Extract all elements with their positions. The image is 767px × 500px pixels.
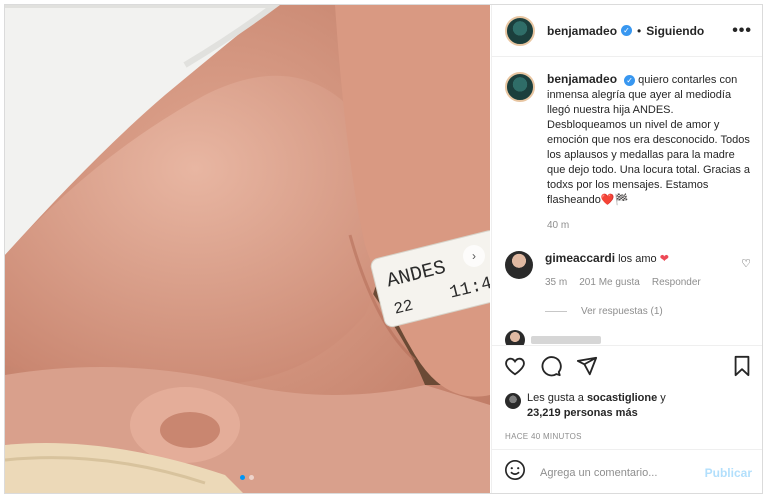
comment-heart-icon[interactable]: ♡	[741, 257, 751, 270]
commenter-avatar[interactable]	[505, 251, 533, 279]
likes-summary: Les gusta a socastiglione y 23,219 perso…	[492, 385, 762, 421]
more-options-icon[interactable]: •••	[732, 22, 752, 40]
view-replies-label: Ver respuestas (1)	[581, 306, 663, 317]
replies-line	[545, 311, 567, 312]
post-timestamp[interactable]: HACE 40 MINUTOS	[492, 421, 762, 441]
caption-emoji: ❤️🏁	[600, 194, 629, 206]
commenter-username[interactable]: gimeaccardi	[545, 251, 615, 265]
comment-likes[interactable]: 201 Me gusta	[579, 277, 640, 288]
comment-placeholder	[531, 336, 601, 344]
post-side-panel: benjamadeo ✓ • Siguiendo ••• benjamadeo …	[491, 5, 762, 493]
author-avatar[interactable]	[505, 15, 535, 46]
caption-avatar[interactable]	[505, 72, 535, 102]
author-username[interactable]: benjamadeo	[547, 24, 617, 38]
caption-text: quiero contarles con inmensa alegría que…	[547, 74, 751, 206]
post-header: benjamadeo ✓ • Siguiendo •••	[492, 5, 762, 57]
caption-username[interactable]: benjamadeo	[547, 72, 617, 86]
comment-input[interactable]: Agrega un comentario...	[540, 467, 705, 479]
comment-text: los amo	[618, 253, 657, 265]
verified-icon: ✓	[621, 25, 633, 36]
likes-prefix: Les gusta a	[527, 392, 584, 404]
view-replies-button[interactable]: Ver respuestas (1)	[545, 306, 751, 317]
comment-emoji: ❤	[659, 253, 669, 265]
likes-and: y	[660, 392, 666, 404]
next-icon[interactable]: ›	[463, 245, 485, 267]
comments-list[interactable]: benjamadeo ✓ quiero contarles con inmens…	[492, 57, 762, 345]
comment-item: gimeaccardi los amo ❤ 35 m 201 Me gusta …	[505, 251, 751, 288]
commenter-avatar	[505, 330, 525, 345]
reply-button[interactable]: Responder	[652, 277, 701, 288]
action-bar	[492, 345, 762, 385]
separator: •	[637, 23, 642, 38]
following-button[interactable]: Siguiendo	[646, 24, 704, 38]
comment-time[interactable]: 35 m	[545, 277, 567, 288]
liker-avatar[interactable]	[505, 393, 521, 409]
save-icon[interactable]	[732, 355, 752, 377]
carousel-dot	[249, 475, 254, 480]
heart-icon[interactable]	[504, 355, 526, 377]
verified-icon: ✓	[624, 74, 636, 86]
emoji-icon[interactable]	[504, 459, 526, 486]
post-dialog: ANDES 22 11:4 › benjamadeo ✓ • Siguiendo	[4, 4, 763, 494]
baby-photo-illustration: ANDES 22 11:4	[5, 5, 490, 493]
post-photo[interactable]: ANDES 22 11:4 ›	[5, 5, 490, 493]
comment-icon[interactable]	[540, 355, 562, 377]
carousel-indicator	[240, 475, 254, 480]
comment-composer: Agrega un comentario... Publicar	[492, 449, 762, 493]
carousel-dot-active	[240, 475, 245, 480]
caption-time[interactable]: 40 m	[547, 218, 751, 233]
share-icon[interactable]	[576, 355, 598, 377]
likes-count[interactable]: 23,219 personas más	[527, 407, 638, 419]
post-comment-button[interactable]: Publicar	[705, 466, 752, 480]
liker-username[interactable]: socastiglione	[587, 392, 657, 404]
post-caption: benjamadeo ✓ quiero contarles con inmens…	[505, 72, 751, 233]
next-comment-peek	[505, 330, 751, 345]
